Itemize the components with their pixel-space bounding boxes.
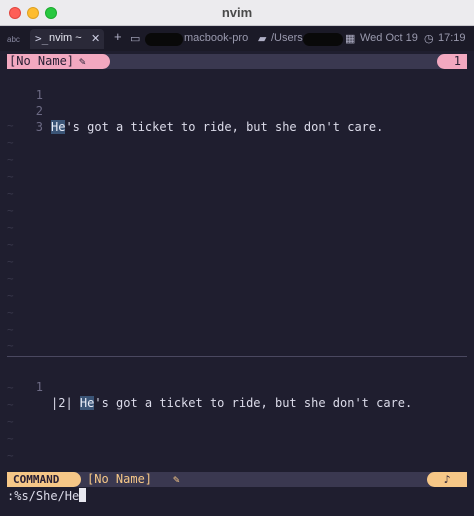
command-line-text: :%s/She/He [7, 489, 80, 503]
pencil-icon: ✎ [79, 55, 86, 68]
empty-line-marker: ~ [7, 339, 14, 352]
empty-line-marker: ~ [7, 153, 14, 166]
top-buffer-name-pill[interactable]: [No Name] ✎ [7, 54, 110, 69]
redacted-path [303, 33, 343, 46]
line-text: 's got a ticket to ride, but she don't c… [94, 396, 413, 410]
tab-close-icon[interactable]: ✕ [91, 32, 100, 45]
folder-icon: ▰ [258, 33, 267, 45]
empty-line-marker: ~ [7, 272, 14, 285]
empty-line-marker: ~ [7, 119, 14, 132]
empty-line-marker: ~ [7, 306, 14, 319]
window-title: nvim [221, 5, 253, 20]
calendar-icon: ▦ [345, 33, 356, 45]
buffer-line: 2 He's got a ticket to ride, but she don… [7, 87, 383, 134]
input-source-indicator: abc [7, 35, 20, 44]
buffer-line: 3 [7, 103, 43, 134]
empty-line-marker: ~ [7, 398, 14, 411]
empty-line-marker: ~ [7, 221, 14, 234]
new-tab-button[interactable]: + [114, 29, 122, 44]
time-label: 17:19 [438, 32, 466, 44]
date-label: Wed Oct 19 [360, 32, 418, 44]
empty-line-marker: ~ [7, 204, 14, 217]
empty-line-marker: ~ [7, 449, 14, 462]
empty-line-marker: ~ [7, 187, 14, 200]
redacted-username [145, 33, 183, 46]
preview-pane[interactable]: 1 |2| He's got a ticket to ride, but she… [7, 363, 467, 469]
search-match-highlight: He [51, 120, 66, 134]
empty-line-marker: ~ [7, 255, 14, 268]
path-label: /Users [271, 32, 303, 44]
empty-line-marker: ~ [7, 289, 14, 302]
empty-line-marker: ~ [7, 432, 14, 445]
monitor-icon: ▭ [130, 33, 141, 45]
line-text: 's got a ticket to ride, but she don't c… [65, 120, 384, 134]
empty-line-marker: ~ [7, 415, 14, 428]
clock-icon: ◷ [424, 33, 434, 45]
window-titlebar: nvim [0, 0, 474, 26]
mode-indicator: COMMAND [7, 472, 81, 487]
terminal-tabbar: abc >_ nvim ~ ✕ + ▭ macbook-pro ▰ /Users… [0, 27, 474, 51]
buffer-line: 1 [7, 71, 43, 102]
search-match-highlight: He [79, 396, 95, 410]
window-number-badge: 1 [437, 54, 467, 69]
empty-line-marker: ~ [7, 323, 14, 336]
empty-line-marker: ~ [7, 238, 14, 251]
tab-label: nvim ~ [49, 32, 82, 44]
preview-line: 1 |2| He's got a ticket to ride, but she… [7, 363, 412, 410]
top-buffer-name: [No Name] [9, 54, 75, 68]
terminal-prompt-icon: >_ [35, 32, 49, 45]
top-winbar: [No Name] ✎ 1 [7, 54, 467, 69]
text-cursor [79, 488, 87, 502]
substitution-line-ref: |2| [51, 396, 80, 410]
empty-line-marker: ~ [7, 381, 14, 394]
empty-line-marker: ~ [7, 170, 14, 183]
host-label: macbook-pro [184, 32, 249, 44]
pencil-icon: ✎ [173, 473, 180, 486]
editor-pane-top[interactable]: 1 2 He's got a ticket to ride, but she d… [7, 71, 467, 355]
command-line[interactable]: :%s/She/He [7, 488, 87, 504]
empty-line-marker: ~ [7, 136, 14, 149]
statusline: COMMAND [No Name] ✎ ♪ [7, 472, 467, 487]
statusline-buffer-name: [No Name] [87, 472, 153, 486]
statusline-right-icon: ♪ [427, 472, 467, 487]
window-split-divider[interactable] [7, 356, 467, 357]
